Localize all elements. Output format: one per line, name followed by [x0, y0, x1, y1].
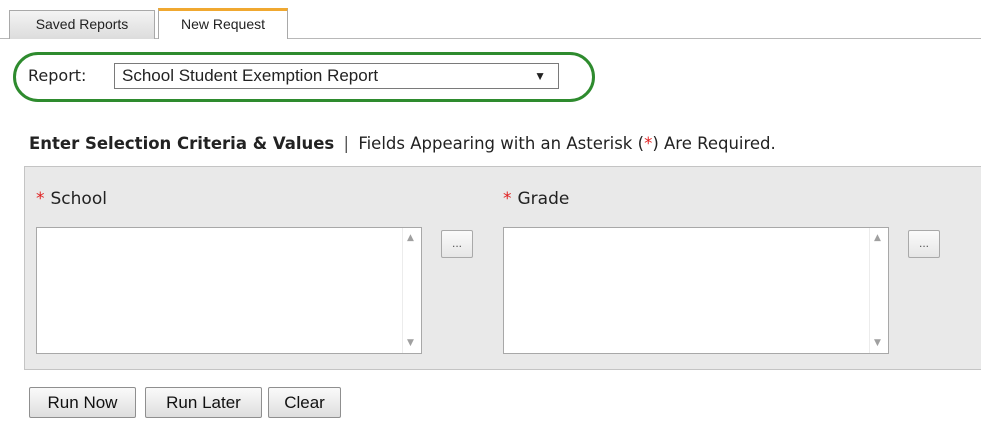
school-label-text: School — [50, 189, 107, 209]
chevron-down-icon: ▼ — [534, 69, 546, 83]
required-note-end: ) Are Required. — [652, 134, 776, 153]
clear-button[interactable]: Clear — [268, 387, 341, 418]
grade-listbox[interactable]: ▲ ▼ — [503, 227, 889, 354]
criteria-heading: Enter Selection Criteria & Values — [29, 134, 335, 153]
scroll-up-icon[interactable]: ▲ — [407, 233, 414, 243]
grade-label-text: Grade — [517, 189, 570, 209]
required-note-start: Fields Appearing with an Asterisk ( — [358, 134, 645, 153]
scroll-up-icon[interactable]: ▲ — [874, 233, 881, 243]
tab-new-request[interactable]: New Request — [158, 8, 288, 39]
school-field-label: * School — [36, 188, 107, 210]
school-listbox[interactable]: ▲ ▼ — [36, 227, 422, 354]
grade-required-star: * — [503, 189, 512, 209]
grade-browse-button[interactable]: ... — [908, 230, 940, 258]
criteria-separator: | — [343, 134, 350, 153]
school-scrollbar[interactable]: ▲ ▼ — [402, 228, 421, 353]
tab-saved-reports[interactable]: Saved Reports — [9, 10, 155, 39]
report-label: Report: — [28, 66, 87, 85]
scroll-down-icon[interactable]: ▼ — [407, 338, 414, 348]
criteria-header: Enter Selection Criteria & Values | Fiel… — [29, 133, 776, 155]
report-select[interactable]: School Student Exemption Report ▼ — [114, 63, 559, 89]
school-browse-button[interactable]: ... — [441, 230, 473, 258]
run-later-button[interactable]: Run Later — [145, 387, 262, 418]
school-required-star: * — [36, 189, 45, 209]
tab-bar: Saved Reports New Request — [0, 0, 981, 39]
report-selected-value: School Student Exemption Report — [122, 66, 379, 85]
grade-field-label: * Grade — [503, 188, 569, 210]
run-now-button[interactable]: Run Now — [29, 387, 136, 418]
grade-scrollbar[interactable]: ▲ ▼ — [869, 228, 888, 353]
scroll-down-icon[interactable]: ▼ — [874, 338, 881, 348]
